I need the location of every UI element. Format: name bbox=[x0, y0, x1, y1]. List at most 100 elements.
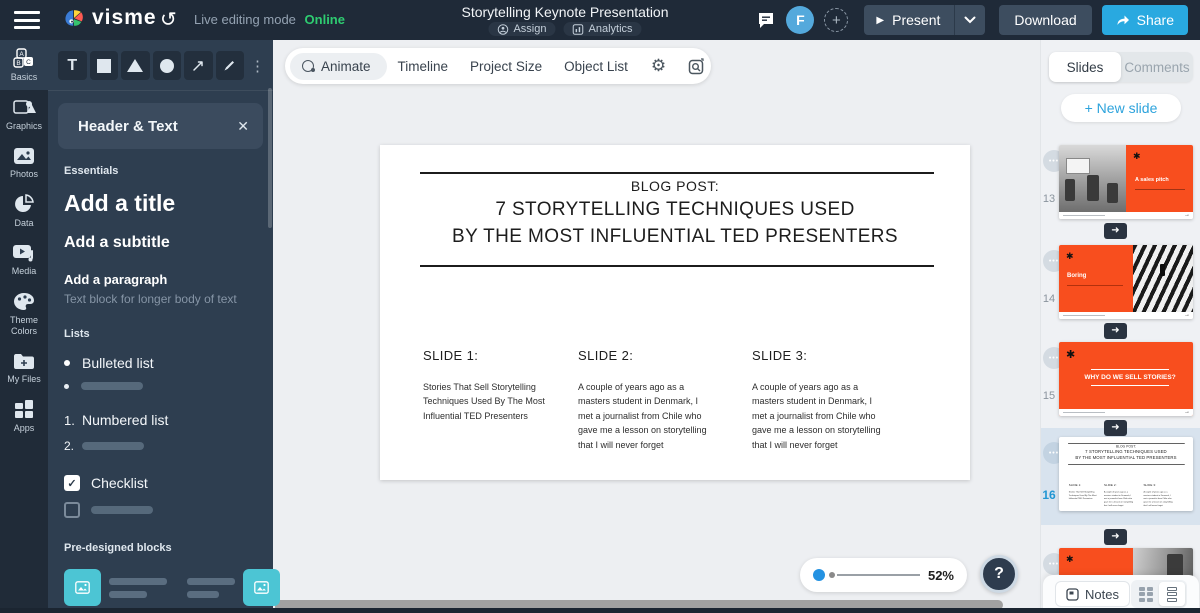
bullet-icon bbox=[64, 360, 70, 366]
transition-icon[interactable]: ➜ bbox=[1104, 529, 1127, 545]
sidebar-item-media[interactable]: Media bbox=[0, 236, 48, 284]
slide-column-1[interactable]: SLIDE 1: Stories That Sell Storytelling … bbox=[423, 348, 555, 423]
predesigned-block-image-right[interactable] bbox=[187, 569, 280, 606]
sidebar-item-theme-colors[interactable]: Theme Colors bbox=[0, 284, 48, 344]
checkbox-checked-icon: ✓ bbox=[64, 475, 80, 491]
document-title[interactable]: Storytelling Keynote Presentation bbox=[461, 4, 668, 20]
animate-button[interactable]: Animate bbox=[290, 52, 387, 80]
panel-header: Header & Text ✕ bbox=[58, 103, 263, 149]
sidebar-item-photos[interactable]: Photos bbox=[0, 139, 48, 187]
timeline-button[interactable]: Timeline bbox=[387, 59, 460, 74]
slide-thumbnail-14[interactable]: ✱ Boring → bbox=[1059, 245, 1193, 319]
slide-column-2[interactable]: SLIDE 2: A couple of years ago as a mast… bbox=[578, 348, 710, 452]
image-block-icon bbox=[64, 569, 101, 606]
arrow-icon bbox=[193, 61, 203, 71]
apps-grid-icon bbox=[15, 400, 33, 419]
left-sidebar: ABC Basics Graphics Photos Data Media Th… bbox=[0, 40, 48, 613]
zoom-value: 52% bbox=[927, 567, 954, 583]
present-dropdown-button[interactable] bbox=[954, 5, 986, 35]
tab-comments[interactable]: Comments bbox=[1121, 52, 1193, 82]
circle-tool-button[interactable] bbox=[152, 51, 181, 80]
pen-icon bbox=[224, 61, 235, 71]
sidebar-item-my-files[interactable]: My Files bbox=[0, 344, 48, 392]
slide-number: 13 bbox=[1042, 193, 1056, 205]
numbered-list-placeholder: 2. bbox=[64, 439, 257, 453]
slide-column-3[interactable]: SLIDE 3: A couple of years ago as a mast… bbox=[752, 348, 884, 452]
add-paragraph-item[interactable]: Add a paragraph bbox=[64, 272, 257, 287]
predesigned-block-image-left[interactable] bbox=[64, 569, 167, 606]
close-icon[interactable]: ✕ bbox=[237, 118, 249, 135]
undo-icon[interactable]: ↺ bbox=[160, 7, 177, 32]
bulleted-list-item[interactable]: Bulleted list bbox=[64, 355, 257, 371]
project-size-button[interactable]: Project Size bbox=[459, 59, 553, 74]
square-tool-button[interactable] bbox=[89, 51, 118, 80]
slide-thumbnail-15[interactable]: ✱ WHY DO WE SELL STORIES? → bbox=[1059, 342, 1193, 416]
tab-slides[interactable]: Slides bbox=[1049, 52, 1121, 82]
present-button[interactable]: ▶ Present bbox=[864, 5, 955, 35]
add-subtitle-item[interactable]: Add a subtitle bbox=[64, 234, 257, 252]
sidebar-label-data: Data bbox=[14, 218, 34, 229]
slide-title-block[interactable]: BLOG POST: 7 STORYTELLING TECHNIQUES USE… bbox=[380, 178, 970, 248]
placeholder-bar bbox=[187, 577, 235, 585]
download-button[interactable]: Download bbox=[999, 5, 1092, 35]
placeholder-bar bbox=[187, 590, 219, 598]
sidebar-item-data[interactable]: Data bbox=[0, 186, 48, 236]
object-list-button[interactable]: Object List bbox=[553, 59, 639, 74]
window-bottom-edge bbox=[0, 608, 1200, 613]
bulleted-list-placeholder bbox=[64, 382, 257, 390]
sidebar-label-theme-colors: Theme Colors bbox=[9, 314, 38, 336]
share-button[interactable]: Share bbox=[1101, 5, 1188, 35]
more-tools-icon[interactable]: ⋮ bbox=[250, 57, 265, 75]
checklist-label: Checklist bbox=[91, 475, 148, 491]
visme-logo[interactable]: visme bbox=[62, 6, 157, 30]
svg-text:A: A bbox=[19, 51, 24, 58]
canvas-area: Animate Timeline Project Size Object Lis… bbox=[273, 40, 1040, 613]
arrow-tool-button[interactable] bbox=[184, 51, 213, 80]
asterisk-icon: ✱ bbox=[1066, 554, 1074, 564]
gear-icon[interactable]: ⚙ bbox=[639, 56, 678, 76]
slide-canvas[interactable]: BLOG POST: 7 STORYTELLING TECHNIQUES USE… bbox=[380, 145, 970, 480]
list-view-button[interactable] bbox=[1159, 582, 1185, 606]
notes-button[interactable]: Notes bbox=[1055, 581, 1130, 607]
comment-icon[interactable] bbox=[756, 10, 776, 30]
checklist-item[interactable]: ✓ Checklist bbox=[64, 475, 257, 491]
sidebar-label-photos: Photos bbox=[9, 168, 39, 179]
transition-icon[interactable]: ➜ bbox=[1104, 223, 1127, 239]
media-video-icon bbox=[13, 245, 33, 262]
find-on-canvas-icon[interactable] bbox=[678, 57, 709, 75]
text-tool-button[interactable]: T bbox=[58, 51, 87, 80]
zoom-slider-track[interactable] bbox=[837, 574, 920, 576]
numbered-list-item[interactable]: 1. Numbered list bbox=[64, 412, 257, 428]
panel-scrollbar[interactable] bbox=[268, 88, 272, 228]
assign-button[interactable]: Assign bbox=[488, 22, 556, 36]
add-title-item[interactable]: Add a title bbox=[64, 190, 257, 217]
play-icon: ▶ bbox=[876, 14, 885, 26]
sidebar-item-apps[interactable]: Apps bbox=[0, 391, 48, 441]
avatar[interactable]: F bbox=[786, 6, 815, 34]
share-arrow-icon bbox=[1117, 15, 1129, 25]
document-header: Storytelling Keynote Presentation Assign… bbox=[461, 0, 669, 36]
triangle-tool-button[interactable] bbox=[121, 51, 150, 80]
slide-thumbnail-13[interactable]: ✱ A sales pitch → bbox=[1059, 145, 1193, 219]
pen-tool-button[interactable] bbox=[215, 51, 244, 80]
transition-icon[interactable]: ➜ bbox=[1104, 420, 1127, 436]
notes-label: Notes bbox=[1085, 586, 1119, 602]
assign-label: Assign bbox=[513, 23, 547, 35]
title-rule-bottom bbox=[420, 265, 934, 267]
slide-thumbnail-16-selected[interactable]: BLOG POST: 7 STORYTELLING TECHNIQUES USE… bbox=[1059, 437, 1193, 511]
column-heading: SLIDE 3: bbox=[752, 348, 808, 363]
hamburger-menu-icon[interactable] bbox=[14, 11, 40, 29]
grid-view-button[interactable] bbox=[1133, 582, 1159, 606]
thumbnail-footer: → bbox=[1059, 312, 1193, 319]
thumbnail-caption: A sales pitch bbox=[1135, 177, 1169, 183]
new-slide-button[interactable]: + New slide bbox=[1061, 94, 1181, 122]
transition-icon[interactable]: ➜ bbox=[1104, 323, 1127, 339]
sidebar-item-graphics[interactable]: Graphics bbox=[0, 90, 48, 139]
help-button[interactable]: ? bbox=[980, 555, 1018, 593]
asterisk-icon: ✱ bbox=[1133, 151, 1141, 161]
sidebar-item-basics[interactable]: ABC Basics bbox=[0, 40, 48, 90]
add-collaborator-button[interactable]: + bbox=[824, 8, 849, 32]
slides-panel: Slides Comments + New slide ••• ✱ A sale… bbox=[1040, 40, 1200, 613]
analytics-button[interactable]: Analytics bbox=[563, 22, 642, 36]
zoom-slider-handle[interactable] bbox=[813, 569, 825, 581]
